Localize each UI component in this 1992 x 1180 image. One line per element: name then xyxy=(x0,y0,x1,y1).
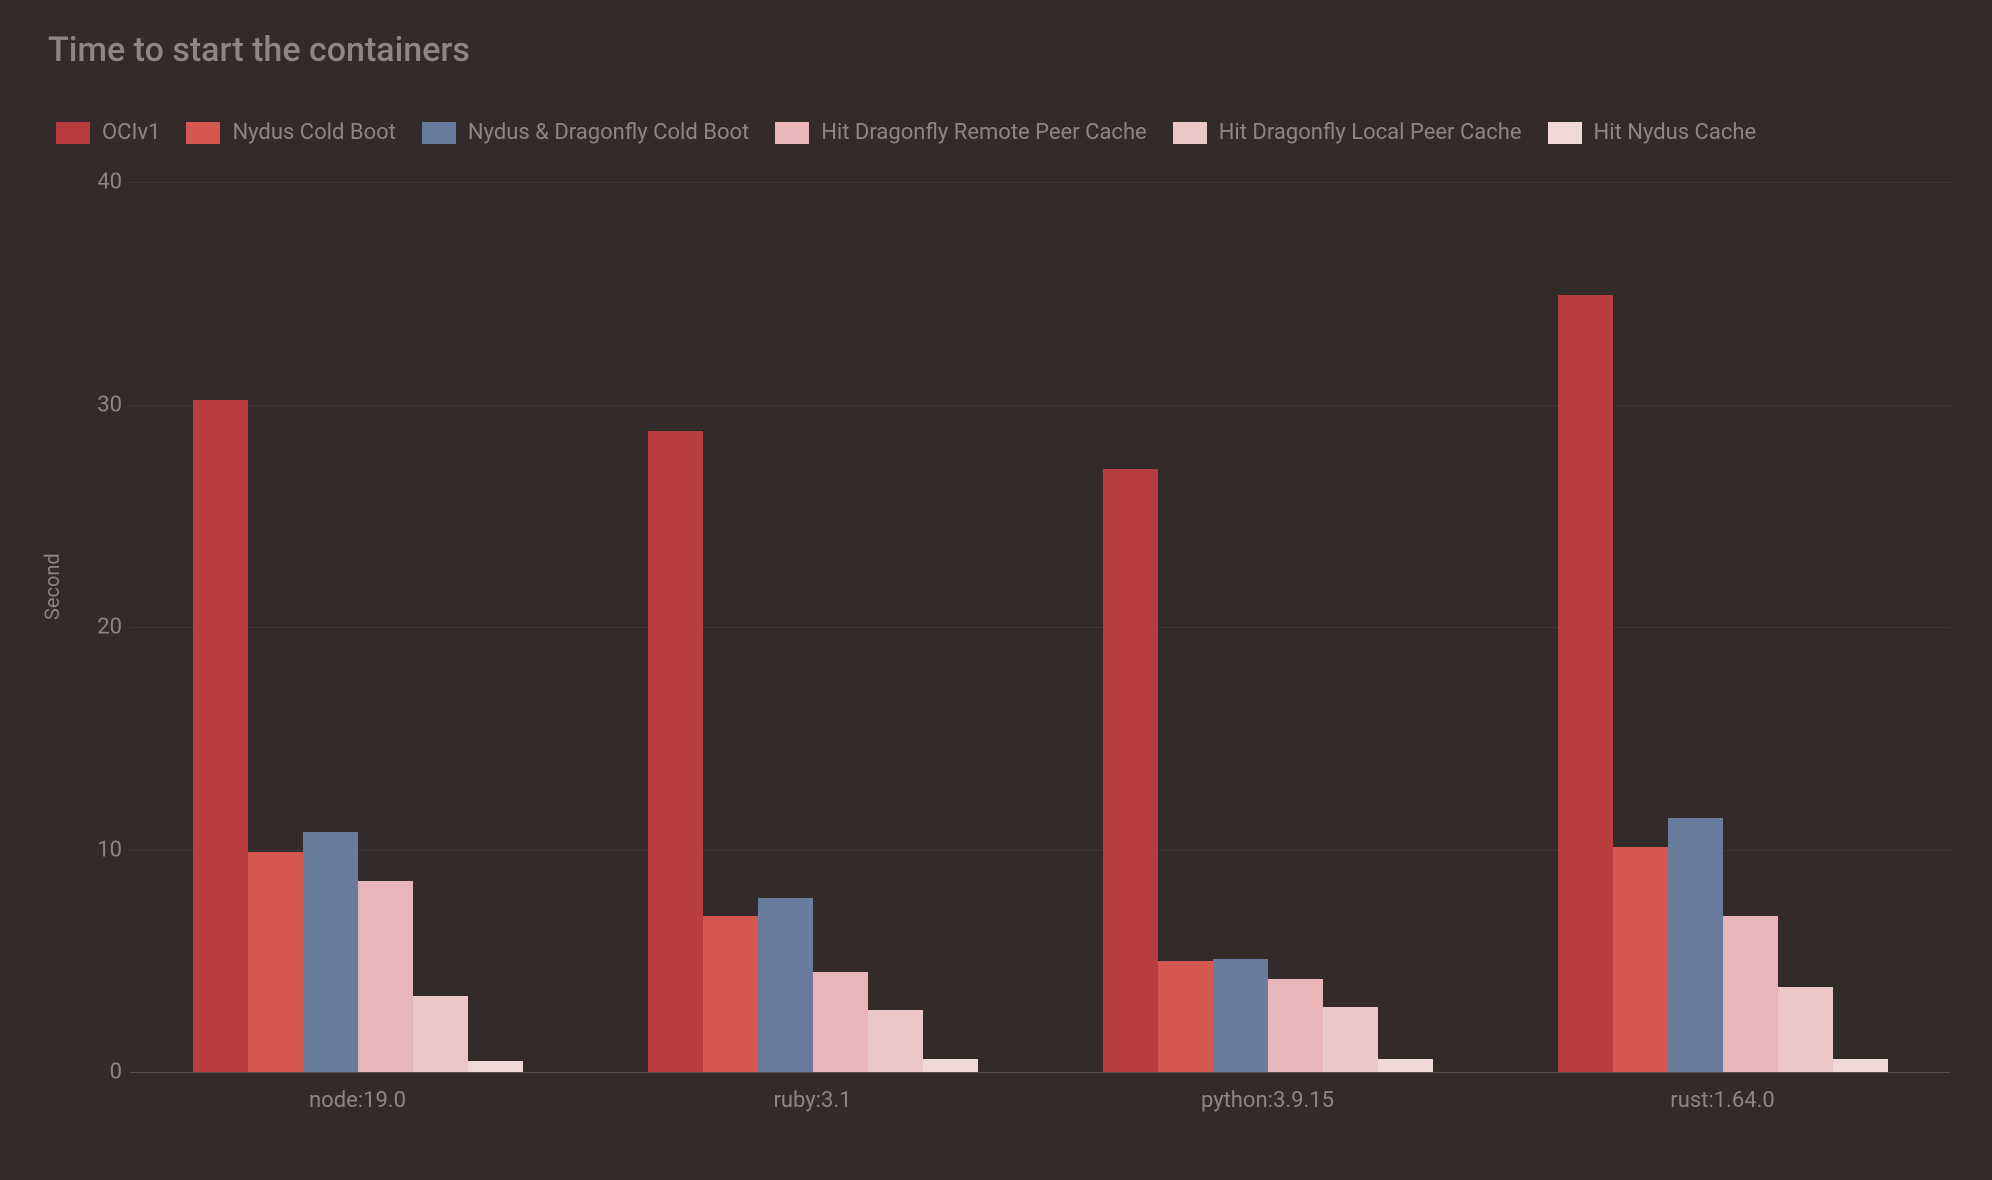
bars xyxy=(1558,182,1888,1072)
legend-item[interactable]: Hit Dragonfly Remote Peer Cache xyxy=(775,120,1147,145)
bar[interactable] xyxy=(1778,987,1833,1072)
x-tick-label: rust:1.64.0 xyxy=(1495,1072,1950,1113)
legend-label: Nydus & Dragonfly Cold Boot xyxy=(468,120,749,145)
bar[interactable] xyxy=(303,832,358,1072)
bar[interactable] xyxy=(1103,469,1158,1072)
bars xyxy=(193,182,523,1072)
bar[interactable] xyxy=(1558,295,1613,1072)
y-axis-label: Second xyxy=(40,553,64,620)
bar-group: python:3.9.15 xyxy=(1040,182,1495,1072)
legend-swatch xyxy=(1548,122,1582,144)
legend-swatch xyxy=(186,122,220,144)
legend-swatch xyxy=(422,122,456,144)
bar[interactable] xyxy=(358,881,413,1072)
bar[interactable] xyxy=(648,431,703,1072)
legend-item[interactable]: OCIv1 xyxy=(56,120,160,145)
legend-item[interactable]: Hit Dragonfly Local Peer Cache xyxy=(1173,120,1522,145)
y-tick-label: 30 xyxy=(62,392,122,417)
y-tick-label: 10 xyxy=(62,837,122,862)
bars xyxy=(1103,182,1433,1072)
bar[interactable] xyxy=(1213,959,1268,1072)
legend-label: Hit Dragonfly Local Peer Cache xyxy=(1219,120,1522,145)
legend: OCIv1 Nydus Cold Boot Nydus & Dragonfly Co… xyxy=(56,120,1756,145)
legend-label: OCIv1 xyxy=(102,120,160,145)
chart-container: Time to start the containers OCIv1 Nydus … xyxy=(0,0,1992,1180)
legend-label: Nydus Cold Boot xyxy=(232,120,395,145)
bar[interactable] xyxy=(1268,979,1323,1072)
bar[interactable] xyxy=(868,1010,923,1072)
legend-label: Hit Nydus Cache xyxy=(1594,120,1757,145)
x-tick-label: node:19.0 xyxy=(130,1072,585,1113)
legend-swatch xyxy=(56,122,90,144)
legend-swatch xyxy=(1173,122,1207,144)
x-tick-label: python:3.9.15 xyxy=(1040,1072,1495,1113)
plot-area: node:19.0ruby:3.1python:3.9.15rust:1.64.… xyxy=(130,182,1950,1072)
bar[interactable] xyxy=(923,1059,978,1072)
bar[interactable] xyxy=(248,852,303,1072)
bar[interactable] xyxy=(468,1061,523,1072)
bar[interactable] xyxy=(413,996,468,1072)
legend-item[interactable]: Nydus Cold Boot xyxy=(186,120,395,145)
legend-swatch xyxy=(775,122,809,144)
bar[interactable] xyxy=(758,898,813,1072)
legend-label: Hit Dragonfly Remote Peer Cache xyxy=(821,120,1147,145)
y-tick-label: 40 xyxy=(62,170,122,195)
y-tick-label: 20 xyxy=(62,615,122,640)
bar[interactable] xyxy=(1833,1059,1888,1072)
bar[interactable] xyxy=(1378,1059,1433,1072)
bar-group: rust:1.64.0 xyxy=(1495,182,1950,1072)
legend-item[interactable]: Nydus & Dragonfly Cold Boot xyxy=(422,120,749,145)
bar[interactable] xyxy=(1723,916,1778,1072)
chart-title: Time to start the containers xyxy=(48,30,470,70)
bar-group: node:19.0 xyxy=(130,182,585,1072)
bar[interactable] xyxy=(703,916,758,1072)
bar[interactable] xyxy=(813,972,868,1072)
bar-group: ruby:3.1 xyxy=(585,182,1040,1072)
x-tick-label: ruby:3.1 xyxy=(585,1072,1040,1113)
bar[interactable] xyxy=(1668,818,1723,1072)
bar[interactable] xyxy=(1613,847,1668,1072)
bar[interactable] xyxy=(193,400,248,1072)
legend-item[interactable]: Hit Nydus Cache xyxy=(1548,120,1757,145)
bars xyxy=(648,182,978,1072)
y-tick-label: 0 xyxy=(62,1060,122,1085)
bar[interactable] xyxy=(1158,961,1213,1072)
bar[interactable] xyxy=(1323,1007,1378,1072)
